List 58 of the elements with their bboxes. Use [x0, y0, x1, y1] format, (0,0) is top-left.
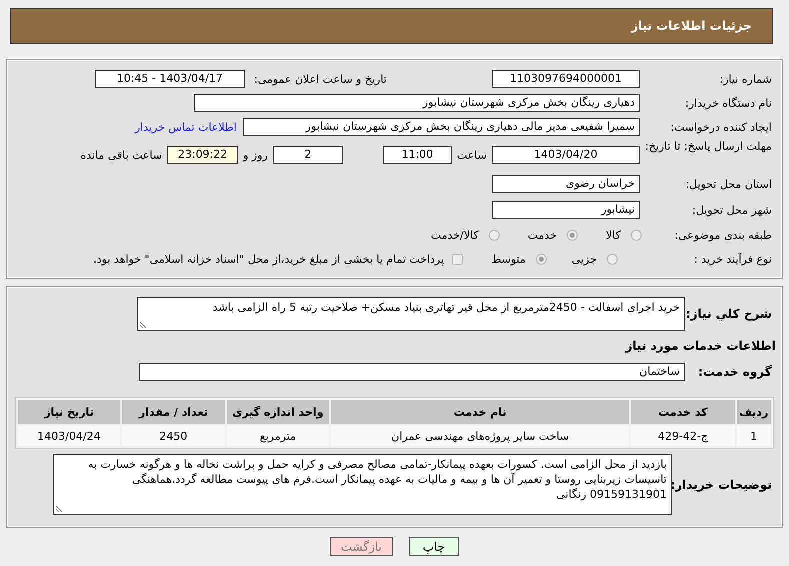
table-cell: 1 [736, 426, 771, 446]
buyer-org-field: دهیاری رینگان بخش مرکزی شهرستان نیشابور [194, 94, 640, 112]
summary-field[interactable]: خرید اجرای اسفالت - 2450مترمربع از محل قیر تهاتری بنیاد مسکن+ صلاحیت رتبه 5 راه الزامی باشد [137, 297, 685, 331]
need-number-field: 1103097694000001 [492, 70, 640, 88]
page-title: جزئیات اطلاعات نیاز [631, 19, 752, 33]
option-label: خدمت [528, 228, 558, 242]
field-label: شهر محل تحویل: [691, 204, 773, 216]
field-label: توضیحات خریدار: [672, 478, 773, 492]
checkbox[interactable] [452, 254, 464, 264]
creator-field: سمیرا شفیعی مدیر مالی دهیاری رینگان بخش مرکزی شهرستان نیشابور [243, 118, 640, 136]
radio-button[interactable] [607, 254, 618, 264]
days-field: 2 [273, 146, 344, 164]
option-label: متوسط [491, 252, 526, 266]
option-label: کالا/خدمت [431, 228, 479, 242]
radio-button[interactable] [631, 230, 642, 240]
field-label: نوع فرآیند خرید : [693, 252, 773, 266]
days-label: روز و [243, 148, 268, 162]
option-label: جزیی [572, 252, 597, 266]
province-field: خراسان رضوی [492, 175, 640, 193]
deadline-date-field: 1403/04/20 [492, 146, 640, 164]
announce-date-field: 1403/04/17 - 10:45 [95, 70, 245, 88]
field-label: ایجاد کننده درخواست: [670, 120, 773, 134]
field-label: تاریخ و ساعت اعلان عمومی: [253, 72, 388, 86]
resize-grip-icon[interactable] [56, 504, 64, 512]
field-label: شماره نیاز: [718, 72, 773, 86]
field-label: گروه خدمت: [697, 365, 773, 379]
column-header: ردیف [736, 400, 771, 424]
table-cell: ج-42-429 [631, 426, 735, 446]
column-header: تعداد / مقدار [122, 400, 225, 424]
column-header: واحد اندازه گیری [226, 400, 330, 424]
column-header: کد خدمت [631, 400, 735, 424]
city-field: نیشابور [492, 201, 640, 219]
field-label: استان محل تحویل: [684, 178, 773, 190]
field-label: طبقه بندی موضوعی: [674, 228, 773, 242]
radio-button[interactable] [488, 230, 500, 240]
resize-grip-icon[interactable] [140, 320, 148, 328]
contact-link[interactable]: اطلاعات تماس خریدار [135, 120, 237, 134]
service-group-field: ساختمان [139, 363, 685, 381]
field-label: مهلت ارسال پاسخ: تا تاریخ: [644, 140, 773, 153]
field-label: نام دستگاه خریدار: [684, 96, 773, 110]
section-title: اطلاعات خدمات مورد نیاز [624, 339, 776, 353]
radio-button[interactable] [567, 230, 578, 240]
time-label: ساعت [457, 148, 487, 162]
column-header: تاریخ نیاز [18, 400, 120, 424]
deadline-time-field: 11:00 [383, 146, 452, 164]
notes-field[interactable]: بازدید از محل الزامی است. کسورات بعهده پیمانکار-تمامی مصالح مصرفی و کرایه حمل و براشت نخاله ها و هرگونه خسارت به تاسیسات زیربنایی روستا و تعمیر آن ها و بیمه و مالیات به عهده پیمانکار است.فرم های پیوست مطالعه گردد.هماهنگی 09159131901 رنگانی [53, 454, 672, 515]
table-cell: ساخت سایر پروژه‌های مهندسی عمران [331, 426, 630, 446]
table-cell: مترمربع [226, 426, 330, 446]
option-label: کالا [606, 228, 621, 242]
radio-button[interactable] [536, 254, 547, 264]
field-label: شرح کلي نياز: [685, 307, 773, 321]
table-cell: 2450 [122, 426, 225, 446]
column-header: نام خدمت [331, 400, 630, 424]
remaining-label: ساعت باقی مانده [80, 148, 162, 162]
table-cell: 1403/04/24 [18, 426, 120, 446]
remaining-time-field: 23:09:22 [167, 146, 238, 164]
print-button[interactable]: چاپ [409, 537, 459, 556]
payment-label: پرداخت تمام یا بخشی از مبلغ خرید،از محل "اسناد خزانه اسلامی" خواهد بود. [94, 252, 444, 266]
